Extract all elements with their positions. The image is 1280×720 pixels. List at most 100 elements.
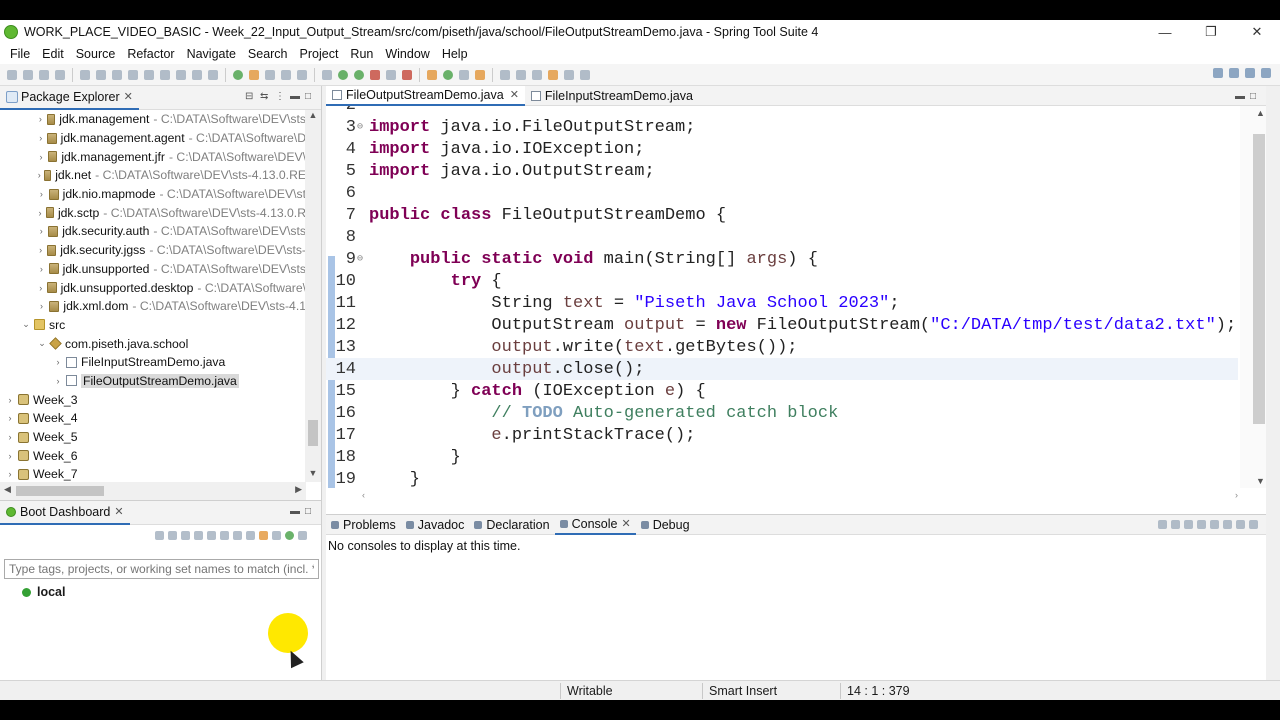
maximize-view-icon[interactable] (1249, 520, 1258, 529)
chevron-right-icon[interactable]: › (4, 451, 16, 461)
code-line[interactable]: 19 } (326, 468, 1238, 489)
previous-annotation-icon[interactable] (516, 69, 526, 80)
tree-horizontal-scrollbar[interactable]: ◀ ▶ (0, 482, 306, 500)
terminal-icon[interactable] (80, 69, 90, 80)
menu-run[interactable]: Run (344, 47, 379, 61)
code-line[interactable]: 4 import java.io.IOException; (326, 138, 1238, 160)
menu-search[interactable]: Search (242, 47, 294, 61)
save-icon[interactable] (23, 69, 33, 80)
settings-icon[interactable] (1223, 520, 1232, 529)
tab-console[interactable]: Console ✕ (554, 515, 636, 535)
print-icon[interactable] (55, 69, 65, 80)
tree-item[interactable]: › Week_4 (0, 409, 306, 428)
close-tab-icon[interactable]: ✕ (621, 517, 630, 530)
block-selection-icon[interactable] (281, 69, 291, 80)
search-icon[interactable] (1213, 68, 1223, 78)
search-toolbar-icon[interactable] (475, 69, 485, 80)
lightbulb-icon[interactable] (259, 530, 268, 540)
external-tools-icon[interactable] (370, 69, 380, 80)
next-annotation-icon[interactable] (500, 69, 510, 80)
tree-item[interactable]: › FileOutputStreamDemo.java (0, 372, 306, 391)
restart-icon[interactable] (194, 530, 203, 540)
last-edit-location-icon[interactable] (532, 69, 542, 80)
restore-button[interactable]: ❐ (1188, 20, 1234, 44)
chevron-right-icon[interactable]: › (36, 245, 45, 255)
code-line[interactable]: 6 (326, 182, 1238, 204)
code-line[interactable]: 10 try { (326, 270, 1238, 292)
tree-item[interactable]: › jdk.unsupported - C:\DATA\Software\DEV\s… (0, 260, 306, 279)
terminate-icon[interactable] (144, 69, 154, 80)
debug-icon[interactable] (168, 530, 177, 540)
code-line[interactable]: 12 OutputStream output = new FileOutputS… (326, 314, 1238, 336)
chevron-right-icon[interactable]: › (36, 114, 45, 124)
code-area[interactable]: 23⊖import java.io.FileOutputStream;4impo… (326, 106, 1238, 488)
tree-item[interactable]: › jdk.xml.dom - C:\DATA\Software\DEV\sts-4… (0, 297, 306, 316)
minimize-view-icon[interactable] (1236, 520, 1245, 529)
menu-navigate[interactable]: Navigate (181, 47, 242, 61)
chevron-right-icon[interactable]: › (36, 189, 47, 199)
scroll-lock-icon[interactable] (1171, 520, 1180, 529)
chevron-right-icon[interactable]: › (36, 226, 46, 236)
step-over-icon[interactable] (192, 69, 202, 80)
resume-icon[interactable] (112, 69, 122, 80)
forward-icon[interactable] (564, 69, 574, 80)
minimize-button[interactable]: — (1142, 20, 1188, 44)
save-all-icon[interactable] (39, 69, 49, 80)
maximize-view-icon[interactable]: □ (1250, 92, 1260, 102)
tree-vertical-scrollbar[interactable]: ▲ ▼ (305, 110, 321, 482)
chevron-right-icon[interactable]: › (52, 357, 64, 367)
tree-item[interactable]: › Week_5 (0, 428, 306, 447)
code-line[interactable]: 7 public class FileOutputStreamDemo { (326, 204, 1238, 226)
code-line[interactable]: 18 } (326, 446, 1238, 468)
chevron-down-icon[interactable]: ⌄ (20, 319, 32, 330)
java-perspective-icon[interactable] (1245, 68, 1255, 78)
minimize-view-icon[interactable]: ▬ (290, 507, 300, 517)
code-line[interactable]: 15 } catch (IOException e) { (326, 380, 1238, 402)
scroll-thumb[interactable] (1253, 134, 1265, 424)
tab-boot-dashboard[interactable]: Boot Dashboard ✕ (0, 501, 130, 525)
new-java-package-icon[interactable] (427, 69, 437, 80)
chevron-right-icon[interactable]: › (36, 152, 46, 162)
coverage-icon[interactable] (354, 69, 364, 80)
ports-icon[interactable] (246, 530, 255, 540)
open-type-icon[interactable] (459, 69, 469, 80)
debug-perspective-icon[interactable] (1261, 68, 1271, 78)
menu-refactor[interactable]: Refactor (121, 47, 180, 61)
tree-item[interactable]: › jdk.security.jgss - C:\DATA\Software\DEV… (0, 241, 306, 260)
clear-console-icon[interactable] (1158, 520, 1167, 529)
link-with-editor-icon[interactable]: ⇆ (260, 92, 270, 102)
menu-file[interactable]: File (4, 47, 36, 61)
tree-item[interactable]: › jdk.security.auth - C:\DATA\Software\DEV… (0, 222, 306, 241)
code-line[interactable]: 13 output.write(text.getBytes()); (326, 336, 1238, 358)
tab-problems[interactable]: Problems (326, 515, 401, 535)
tree-item[interactable]: › jdk.unsupported.desktop - C:\DATA\Softwa… (0, 278, 306, 297)
tree-item[interactable]: › jdk.management.jfr - C:\DATA\Software\DE… (0, 147, 306, 166)
chevron-right-icon[interactable]: › (4, 413, 16, 423)
tree-item[interactable]: › Week_6 (0, 446, 306, 465)
tab-package-explorer[interactable]: Package Explorer ✕ (0, 86, 139, 110)
step-into-icon[interactable] (176, 69, 186, 80)
menu-edit[interactable]: Edit (36, 47, 70, 61)
menu-source[interactable]: Source (70, 47, 122, 61)
disconnect-icon[interactable] (160, 69, 170, 80)
scroll-right-icon[interactable]: › (1235, 490, 1238, 500)
tree-item[interactable]: › jdk.nio.mapmode - C:\DATA\Software\DEV\s… (0, 185, 306, 204)
scroll-left-icon[interactable]: ‹ (362, 490, 365, 500)
fold-toggle-icon[interactable]: ⊖ (357, 121, 365, 133)
tree-item[interactable]: › jdk.net - C:\DATA\Software\DEV\sts-4.13.… (0, 166, 306, 185)
collapse-all-icon[interactable]: ⊟ (245, 92, 255, 102)
new-icon[interactable] (7, 69, 17, 80)
close-window-button[interactable]: ✕ (1234, 20, 1280, 44)
code-line[interactable]: 17 e.printStackTrace(); (326, 424, 1238, 446)
code-line[interactable]: 16 // TODO Auto-generated catch block (326, 402, 1238, 424)
open-console-icon[interactable] (1184, 520, 1193, 529)
chevron-down-icon[interactable]: ⌄ (36, 338, 48, 349)
view-menu-icon[interactable]: ⋮ (275, 92, 285, 102)
tree-item[interactable]: › jdk.management - C:\DATA\Software\DEV\st… (0, 110, 306, 129)
menu-help[interactable]: Help (436, 47, 474, 61)
code-line[interactable]: 5 import java.io.OutputStream; (326, 160, 1238, 182)
chevron-right-icon[interactable]: › (4, 432, 16, 442)
tree-item[interactable]: › Week_3 (0, 390, 306, 409)
scroll-down-icon[interactable]: ▼ (1256, 476, 1265, 486)
code-line[interactable]: 9 ⊖ public static void main(String[] args… (326, 248, 1238, 270)
